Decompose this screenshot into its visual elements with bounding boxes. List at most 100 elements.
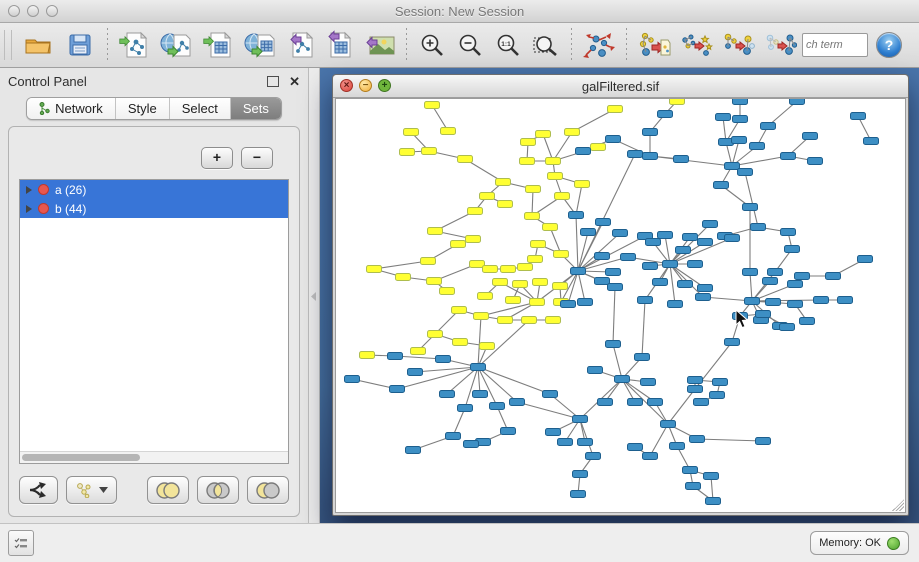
sets-list[interactable]: a (26)b (44)	[19, 179, 289, 464]
scrollbar-thumb[interactable]	[22, 454, 140, 461]
toolbar-separator	[107, 28, 108, 62]
graph-node-yellow	[440, 288, 455, 295]
export-table-button[interactable]	[321, 27, 357, 63]
help-button[interactable]: ?	[876, 32, 902, 58]
set-row[interactable]: b (44)	[20, 199, 288, 218]
graph-node-blue	[546, 429, 561, 436]
graph-node-blue	[558, 439, 573, 446]
zoom-out-button[interactable]	[452, 27, 488, 63]
export-image-icon	[362, 31, 396, 59]
set-operations-toolbar	[17, 464, 291, 508]
close-window-button[interactable]	[8, 5, 20, 17]
set-color-dot-icon	[38, 184, 49, 195]
expander-triangle-icon[interactable]	[26, 186, 32, 194]
tab-network[interactable]: Network	[27, 98, 116, 119]
set-row[interactable]: a (26)	[20, 180, 288, 199]
show-all-button[interactable]	[760, 27, 800, 63]
graph-node-blue	[561, 301, 576, 308]
frame-close-button[interactable]: ×	[340, 79, 353, 92]
graph-node-yellow	[496, 179, 511, 186]
first-neighbors-button[interactable]	[676, 27, 716, 63]
import-table-url-button[interactable]	[241, 27, 281, 63]
task-list-icon	[14, 537, 28, 549]
network-frame-titlebar[interactable]: × − + galFiltered.sif	[333, 75, 908, 98]
graph-node-blue	[643, 453, 658, 460]
control-panel-title: Control Panel	[8, 74, 87, 89]
dropdown-arrow-icon[interactable]	[99, 487, 108, 493]
create-set-from-network-button[interactable]	[66, 476, 117, 504]
main-toolbar: 1:1	[0, 23, 919, 68]
graph-node-blue	[698, 285, 713, 292]
graph-node-blue	[688, 377, 703, 384]
graph-node-blue	[785, 246, 800, 253]
frame-resize-grip[interactable]	[892, 499, 904, 511]
import-network-url-button[interactable]	[157, 27, 197, 63]
set-intersection-button[interactable]	[197, 476, 239, 504]
search-input[interactable]	[802, 33, 868, 57]
split-set-button[interactable]	[19, 476, 58, 504]
remove-set-button[interactable]: −	[241, 147, 273, 169]
graph-node-blue	[606, 341, 621, 348]
venn-union-icon	[155, 482, 181, 499]
import-network-file-button[interactable]	[115, 27, 155, 63]
zoom-actual-size-button[interactable]: 1:1	[490, 27, 526, 63]
frame-maximize-button[interactable]: +	[378, 79, 391, 92]
import-table-file-button[interactable]	[199, 27, 239, 63]
network-view-frame[interactable]: × − + galFiltered.sif	[332, 74, 909, 516]
zoom-fit-selected-button[interactable]	[528, 27, 564, 63]
graph-node-yellow	[528, 256, 543, 263]
title-bar: Session: New Session	[0, 0, 919, 23]
graph-node-blue	[464, 441, 479, 448]
task-history-button[interactable]	[8, 530, 34, 556]
tab-style[interactable]: Style	[116, 98, 170, 119]
hide-selected-button[interactable]	[718, 27, 758, 63]
graph-node-yellow	[608, 106, 623, 113]
panel-splitter[interactable]	[309, 68, 320, 523]
graph-node-yellow	[400, 149, 415, 156]
graph-node-blue	[858, 256, 873, 263]
horizontal-scrollbar[interactable]	[20, 451, 288, 463]
graph-node-blue	[686, 483, 701, 490]
zoom-in-button[interactable]	[414, 27, 450, 63]
graph-node-yellow	[513, 281, 528, 288]
network-canvas[interactable]	[335, 98, 906, 513]
save-session-button[interactable]	[60, 27, 100, 63]
graph-node-yellow	[520, 158, 535, 165]
graph-node-blue	[581, 229, 596, 236]
zoom-actual-size-icon: 1:1	[495, 32, 521, 58]
apply-layout-button[interactable]	[579, 27, 619, 63]
tab-select[interactable]: Select	[170, 98, 231, 119]
control-panel-tabs: Network Style Select Sets	[0, 94, 308, 124]
close-panel-icon[interactable]: ✕	[289, 75, 300, 88]
network-graph[interactable]	[336, 99, 906, 512]
network-tab-icon	[39, 102, 50, 115]
graph-node-blue	[714, 182, 729, 189]
tab-sets[interactable]: Sets	[231, 98, 281, 119]
graph-node-yellow	[367, 266, 382, 273]
export-network-button[interactable]	[283, 27, 319, 63]
graph-node-yellow	[483, 266, 498, 273]
memory-status-badge[interactable]: Memory: OK	[810, 531, 909, 555]
set-union-button[interactable]	[147, 476, 189, 504]
add-set-button[interactable]: +	[201, 147, 233, 169]
graph-node-blue	[745, 298, 760, 305]
collapse-panel-arrow-icon[interactable]	[311, 292, 316, 301]
graph-node-blue	[573, 471, 588, 478]
frame-minimize-button[interactable]: −	[359, 79, 372, 92]
graph-node-blue	[446, 433, 461, 440]
graph-node-blue	[595, 278, 610, 285]
graph-node-blue	[732, 137, 747, 144]
zoom-window-button[interactable]	[46, 5, 58, 17]
graph-node-blue	[751, 224, 766, 231]
new-network-from-selection-button[interactable]	[634, 27, 674, 63]
open-session-button[interactable]	[18, 27, 58, 63]
expander-triangle-icon[interactable]	[26, 205, 32, 213]
minimize-window-button[interactable]	[27, 5, 39, 17]
graph-node-yellow	[425, 102, 440, 109]
control-panel: Control Panel ✕ Network Style Select	[0, 68, 309, 523]
graph-node-yellow	[518, 264, 533, 271]
export-image-button[interactable]	[359, 27, 399, 63]
float-panel-icon[interactable]	[267, 76, 279, 87]
graph-node-blue	[628, 399, 643, 406]
set-difference-button[interactable]	[247, 476, 289, 504]
